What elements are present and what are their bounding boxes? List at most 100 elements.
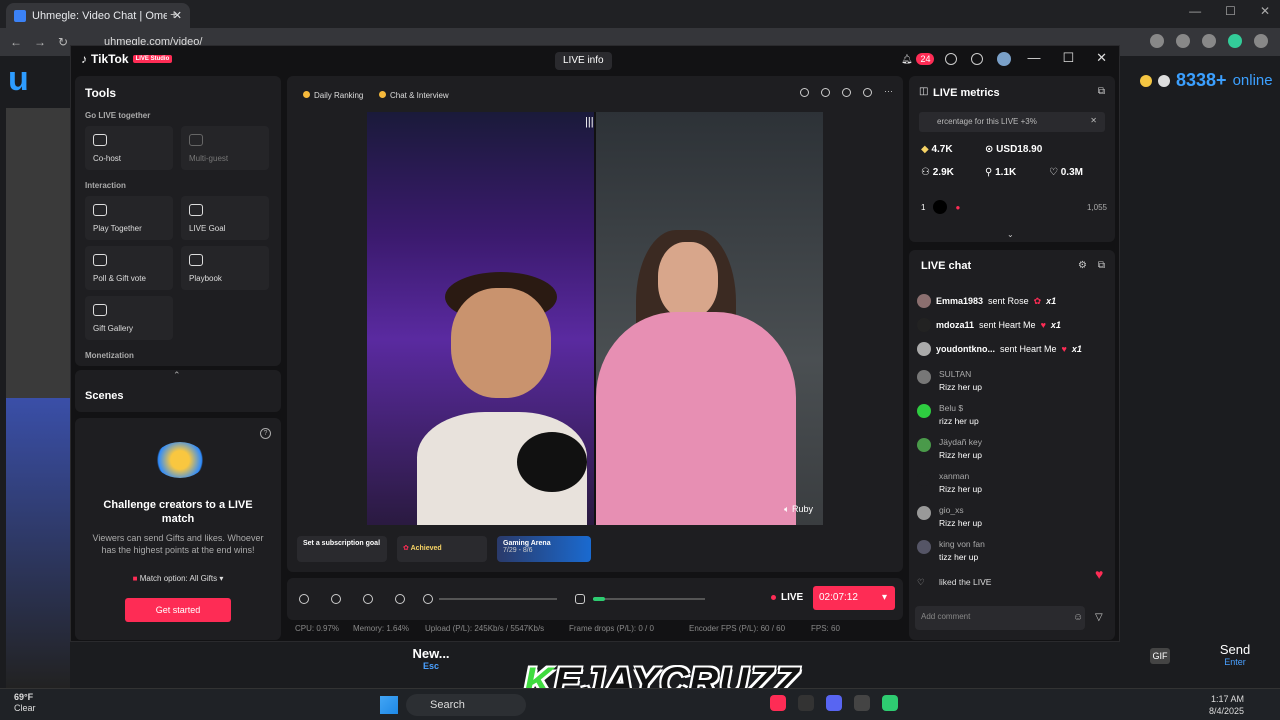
close-icon[interactable]: ✕ bbox=[1260, 4, 1270, 18]
get-started-button[interactable]: Get started bbox=[125, 598, 231, 622]
browser-tab[interactable]: Uhmegle: Video Chat | Ome ✕ bbox=[6, 3, 190, 28]
gift-action: sent Heart Me bbox=[1000, 344, 1057, 354]
chat-user: SULTAN bbox=[939, 369, 972, 379]
home-icon[interactable] bbox=[971, 53, 983, 65]
fps-stat: FPS: 60 bbox=[811, 624, 840, 633]
more-icon[interactable]: ··· bbox=[884, 87, 893, 97]
maximize-icon[interactable]: ☐ bbox=[1062, 50, 1074, 66]
reload-icon[interactable]: ↻ bbox=[58, 35, 68, 49]
poll-tool[interactable]: Poll & Gift vote bbox=[85, 246, 173, 290]
avatar bbox=[917, 506, 931, 520]
back-icon[interactable]: ← bbox=[10, 35, 22, 49]
chat-interview-chip[interactable]: Chat & Interview bbox=[373, 88, 455, 104]
sliders-icon[interactable] bbox=[395, 594, 405, 604]
extension-icon[interactable] bbox=[1150, 34, 1164, 48]
chat-user: Belu $ bbox=[939, 403, 964, 413]
challenge-desc: Viewers can send Gifts and likes. Whoeve… bbox=[92, 533, 264, 555]
play-together-tool[interactable]: Play Together bbox=[85, 196, 173, 240]
extension-icon[interactable] bbox=[1202, 34, 1216, 48]
gaming-arena[interactable]: Gaming Arena 7/29 - 8/6 bbox=[497, 536, 591, 562]
gif-button[interactable]: GIF bbox=[1150, 648, 1170, 664]
taskbar-clock[interactable]: 1:17 AM 8/4/2025 bbox=[1209, 693, 1244, 717]
extension-icon[interactable] bbox=[1176, 34, 1190, 48]
app-icon[interactable] bbox=[798, 695, 814, 711]
achieved-goal[interactable]: ✿ Achieved bbox=[397, 536, 487, 562]
gift-gallery-label: Gift Gallery bbox=[93, 324, 134, 333]
preview-tool-icons: ··· bbox=[800, 87, 893, 97]
poll-label: Poll & Gift vote bbox=[93, 274, 146, 283]
gift-gallery-tool[interactable]: Gift Gallery bbox=[85, 296, 173, 340]
app-icon[interactable] bbox=[882, 695, 898, 711]
emoji-icon[interactable]: ☺ bbox=[1073, 612, 1083, 623]
scenes-panel[interactable]: ⌃ Scenes bbox=[75, 370, 281, 412]
app-icon[interactable] bbox=[854, 695, 870, 711]
avatar bbox=[917, 404, 931, 418]
tiktok-logo: ♪ TikTok LIVE Studio bbox=[81, 52, 173, 66]
record-icon[interactable] bbox=[821, 88, 830, 97]
avatar bbox=[917, 370, 931, 384]
filter-icon[interactable]: ▽ bbox=[1095, 612, 1103, 623]
frame-drop-stat: Frame drops (P/L): 0 / 0 bbox=[569, 624, 654, 633]
live-label: LIVE bbox=[781, 592, 804, 603]
minimize-icon[interactable]: — bbox=[1027, 50, 1040, 66]
collapse-icon[interactable]: ⌃ bbox=[173, 370, 181, 381]
tiktok-icon[interactable] bbox=[770, 695, 786, 711]
share-icon[interactable] bbox=[863, 88, 872, 97]
playbook-tool[interactable]: Playbook bbox=[181, 246, 269, 290]
minimize-icon[interactable]: — bbox=[1189, 4, 1201, 18]
multiguest-tool[interactable]: Multi-guest bbox=[181, 126, 269, 170]
screen-icon[interactable] bbox=[363, 594, 373, 604]
maximize-icon[interactable]: ☐ bbox=[1225, 4, 1236, 18]
effects-icon[interactable] bbox=[842, 88, 851, 97]
live-info-button[interactable]: LIVE info bbox=[555, 52, 612, 70]
brand-name: TikTok bbox=[91, 52, 129, 66]
subscription-goal[interactable]: Set a subscription goal bbox=[297, 536, 387, 562]
liked-text: liked the LIVE bbox=[939, 577, 992, 587]
cohost-tool[interactable]: Co-host bbox=[85, 126, 173, 170]
online-counter: 8338+ online bbox=[1140, 70, 1273, 91]
layout-icon[interactable]: ||| bbox=[585, 116, 601, 128]
mic-icon[interactable] bbox=[575, 594, 585, 604]
clock-date: 8/4/2025 bbox=[1208, 706, 1244, 716]
clock-time: 1:17 AM bbox=[1210, 694, 1244, 704]
discord-icon[interactable] bbox=[826, 695, 842, 711]
help-icon[interactable]: ? bbox=[260, 428, 271, 439]
forward-icon[interactable]: → bbox=[34, 35, 46, 49]
settings-icon[interactable]: ⚙︎ bbox=[1078, 260, 1087, 271]
pin-icon[interactable] bbox=[800, 88, 809, 97]
live-goal-tool[interactable]: LIVE Goal bbox=[181, 196, 269, 240]
chat-user: xanman bbox=[939, 471, 970, 481]
avatar bbox=[917, 342, 931, 356]
popout-icon[interactable]: ⧉ bbox=[1098, 86, 1105, 97]
ranking-row[interactable]: 1 ● 1,055 bbox=[921, 200, 1107, 214]
new-chat-button[interactable]: New... Esc bbox=[388, 640, 474, 684]
tools-panel: Tools Go LIVE together Co-host Multi-gue… bbox=[75, 76, 281, 366]
volume-slider[interactable] bbox=[439, 598, 557, 600]
live-timer-button[interactable]: 02:07:12 ▾ bbox=[813, 586, 895, 610]
weather-widget[interactable]: 69°F Clear bbox=[14, 692, 36, 714]
close-icon[interactable]: ✕ bbox=[1090, 116, 1097, 125]
add-comment-input[interactable]: Add comment bbox=[915, 606, 1085, 630]
notifications[interactable]: 🔔︎ 24 bbox=[901, 53, 935, 65]
send-button[interactable]: Send Enter bbox=[1200, 642, 1270, 667]
match-option-select[interactable]: ■ Match option: All Gifts ▾ bbox=[75, 574, 281, 583]
taskbar-search[interactable]: Search bbox=[406, 694, 526, 716]
expand-icon[interactable]: ⌄ bbox=[1007, 230, 1014, 239]
new-tab-icon[interactable]: + bbox=[170, 6, 178, 22]
mute-icon[interactable] bbox=[423, 594, 433, 604]
app-window-controls: — ☐ ✕ bbox=[1027, 50, 1107, 66]
help-icon[interactable] bbox=[945, 53, 957, 65]
menu-icon[interactable] bbox=[1254, 34, 1268, 48]
popout-icon[interactable]: ⧉ bbox=[1098, 260, 1105, 271]
viewers-metric: ⚇ 2.9K bbox=[921, 167, 954, 178]
avatar[interactable] bbox=[997, 52, 1011, 66]
close-icon[interactable]: ✕ bbox=[1096, 50, 1107, 66]
daily-ranking-chip[interactable]: Daily Ranking bbox=[297, 88, 370, 104]
settings-icon[interactable] bbox=[299, 594, 309, 604]
start-icon[interactable] bbox=[380, 696, 398, 714]
live-dot-icon bbox=[771, 594, 776, 600]
profile-icon[interactable] bbox=[1228, 34, 1242, 48]
taskbar-apps bbox=[770, 695, 898, 711]
mic-level[interactable] bbox=[593, 597, 705, 601]
edit-icon[interactable] bbox=[331, 594, 341, 604]
